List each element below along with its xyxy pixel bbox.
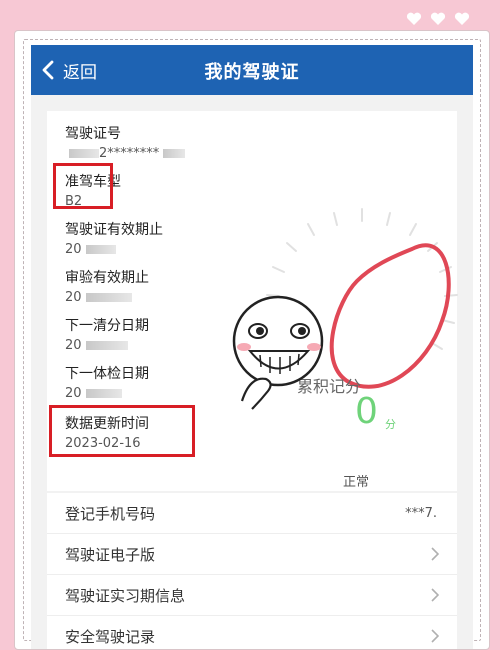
license-card: 驾驶证号 2******** 准驾车型 B2 驾驶证有效期止 20 审验有效期止…: [47, 111, 458, 491]
list-item-label: 驾驶证实习期信息: [65, 586, 186, 605]
list-item-label: 登记手机号码: [65, 504, 156, 523]
next-physical-date-label: 下一体检日期: [65, 366, 149, 382]
next-physical-date-value: 20: [65, 386, 149, 404]
highlight-box-update-time: [49, 405, 195, 457]
chevron-right-icon: [431, 629, 439, 643]
phone-screenshot-frame: 返回 我的驾驶证 驾驶证号 2******** 准驾车型 B2 驾驶证有效期止 …: [14, 30, 490, 650]
score-status: 正常: [343, 475, 370, 490]
decorative-hearts: [406, 12, 470, 26]
list-item-value: ***7.: [405, 505, 437, 521]
redaction: [85, 389, 122, 398]
license-valid-until-value: 20: [65, 242, 163, 260]
page-title: 我的驾驶证: [204, 62, 300, 83]
license-valid-until-label: 驾驶证有效期止: [65, 222, 163, 238]
redaction: [69, 149, 99, 158]
review-until-value: 20: [65, 290, 149, 308]
next-clear-date-label: 下一清分日期: [65, 318, 149, 334]
review-until-label: 审验有效期止: [65, 270, 149, 286]
list-item-label: 驾驶证电子版: [65, 545, 156, 564]
heart-icon: [430, 12, 446, 25]
grinning-face-sticker: [232, 295, 324, 410]
heart-icon: [454, 12, 470, 25]
license-number-field: 驾驶证号 2********: [65, 123, 186, 164]
score-unit: 分: [385, 418, 396, 431]
next-physical-date-field: 下一体检日期 20: [65, 363, 149, 404]
list-item-safe-driving-record[interactable]: 安全驾驶记录: [47, 615, 457, 649]
list-item-electronic-license[interactable]: 驾驶证电子版: [47, 533, 457, 574]
license-options-list: 登记手机号码 ***7. 驾驶证电子版 驾驶证实习期信息 安全驾驶记录: [47, 493, 457, 649]
chevron-right-icon: [431, 547, 439, 561]
score-value: 0: [355, 391, 378, 432]
license-number-label: 驾驶证号: [65, 126, 121, 142]
redaction: [163, 149, 186, 158]
review-until-field: 审验有效期止 20: [65, 267, 149, 308]
license-valid-until-field: 驾驶证有效期止 20: [65, 219, 163, 260]
highlight-box-license-class: [53, 163, 113, 209]
list-item-phone[interactable]: 登记手机号码 ***7.: [47, 493, 457, 533]
redaction: [85, 341, 128, 350]
next-clear-date-field: 下一清分日期 20: [65, 315, 149, 356]
header-bar: 返回 我的驾驶证: [31, 45, 473, 95]
redaction: [85, 245, 116, 254]
chevron-right-icon: [431, 588, 439, 602]
next-clear-date-value: 20: [65, 338, 149, 356]
license-number-value: 2********: [65, 146, 186, 164]
list-item-probation-info[interactable]: 驾驶证实习期信息: [47, 574, 457, 615]
list-item-label: 安全驾驶记录: [65, 627, 156, 646]
content-area: 驾驶证号 2******** 准驾车型 B2 驾驶证有效期止 20 审验有效期止…: [31, 95, 473, 649]
redaction: [85, 293, 132, 302]
heart-icon: [406, 12, 422, 25]
